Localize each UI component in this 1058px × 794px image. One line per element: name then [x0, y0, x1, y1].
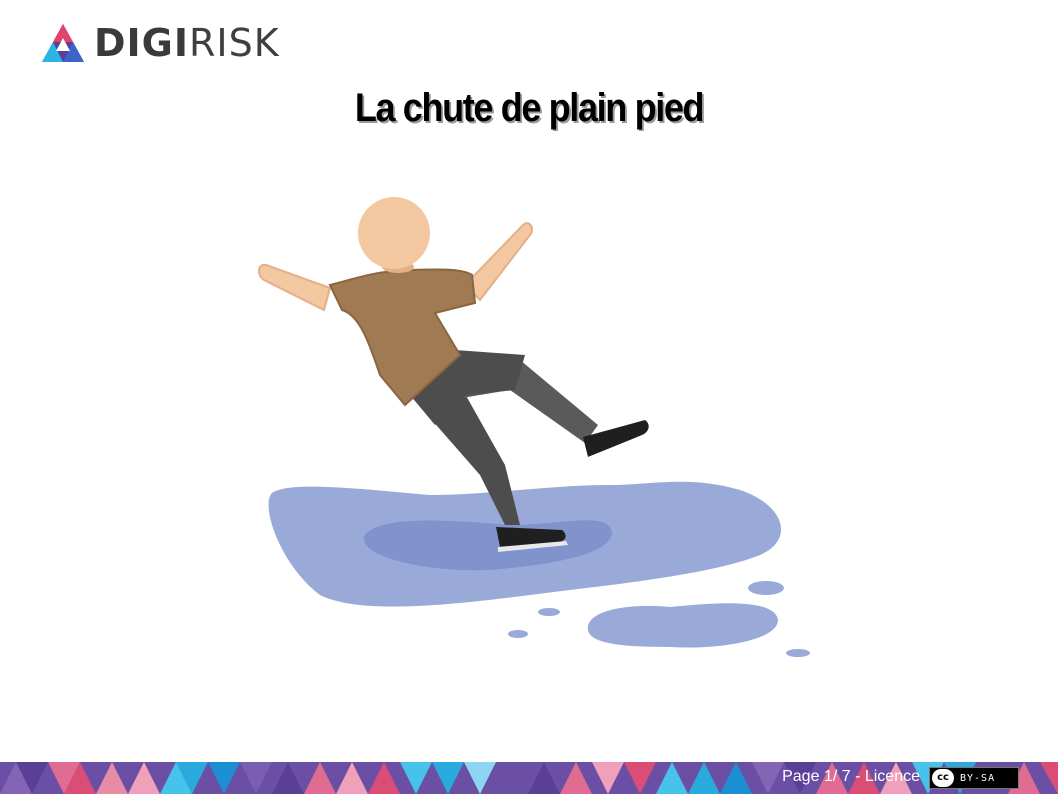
logo-wordmark: DIGIRISK — [94, 22, 280, 65]
slide: DIGIRISK La chute de plain pied Page 1/ … — [0, 0, 1058, 794]
droplet-3 — [508, 630, 528, 638]
slip-fall-illustration — [250, 185, 820, 680]
droplet-1 — [748, 581, 784, 595]
page-current: 1 — [823, 768, 833, 785]
left-arm — [258, 263, 332, 312]
footer-bar: Page 1/ 7 - Licence cc BY-SA — [0, 762, 1058, 794]
puddle-small — [587, 603, 778, 648]
droplet-4 — [786, 649, 810, 657]
logo-light-text: RISK — [189, 20, 280, 65]
cc-logo-icon: cc — [932, 769, 954, 787]
page-separator: / — [832, 768, 842, 785]
cc-badge-text: BY-SA — [960, 772, 996, 784]
logo-bold-text: DIGI — [94, 20, 190, 65]
droplet-2 — [538, 608, 560, 616]
page-total: 7 — [841, 768, 851, 785]
page-licence-text: Page 1/ 7 - Licence — [782, 768, 920, 786]
page-title: La chute de plain pied — [354, 86, 705, 130]
cc-by-sa-icon[interactable]: cc BY-SA — [929, 767, 1019, 789]
digirisk-logo: DIGIRISK — [42, 22, 280, 64]
head — [358, 197, 430, 269]
right-arm — [463, 222, 533, 302]
triangle-logo-icon — [42, 24, 84, 62]
page-prefix: Page — [782, 768, 824, 785]
licence-label[interactable]: - Licence — [851, 768, 920, 785]
